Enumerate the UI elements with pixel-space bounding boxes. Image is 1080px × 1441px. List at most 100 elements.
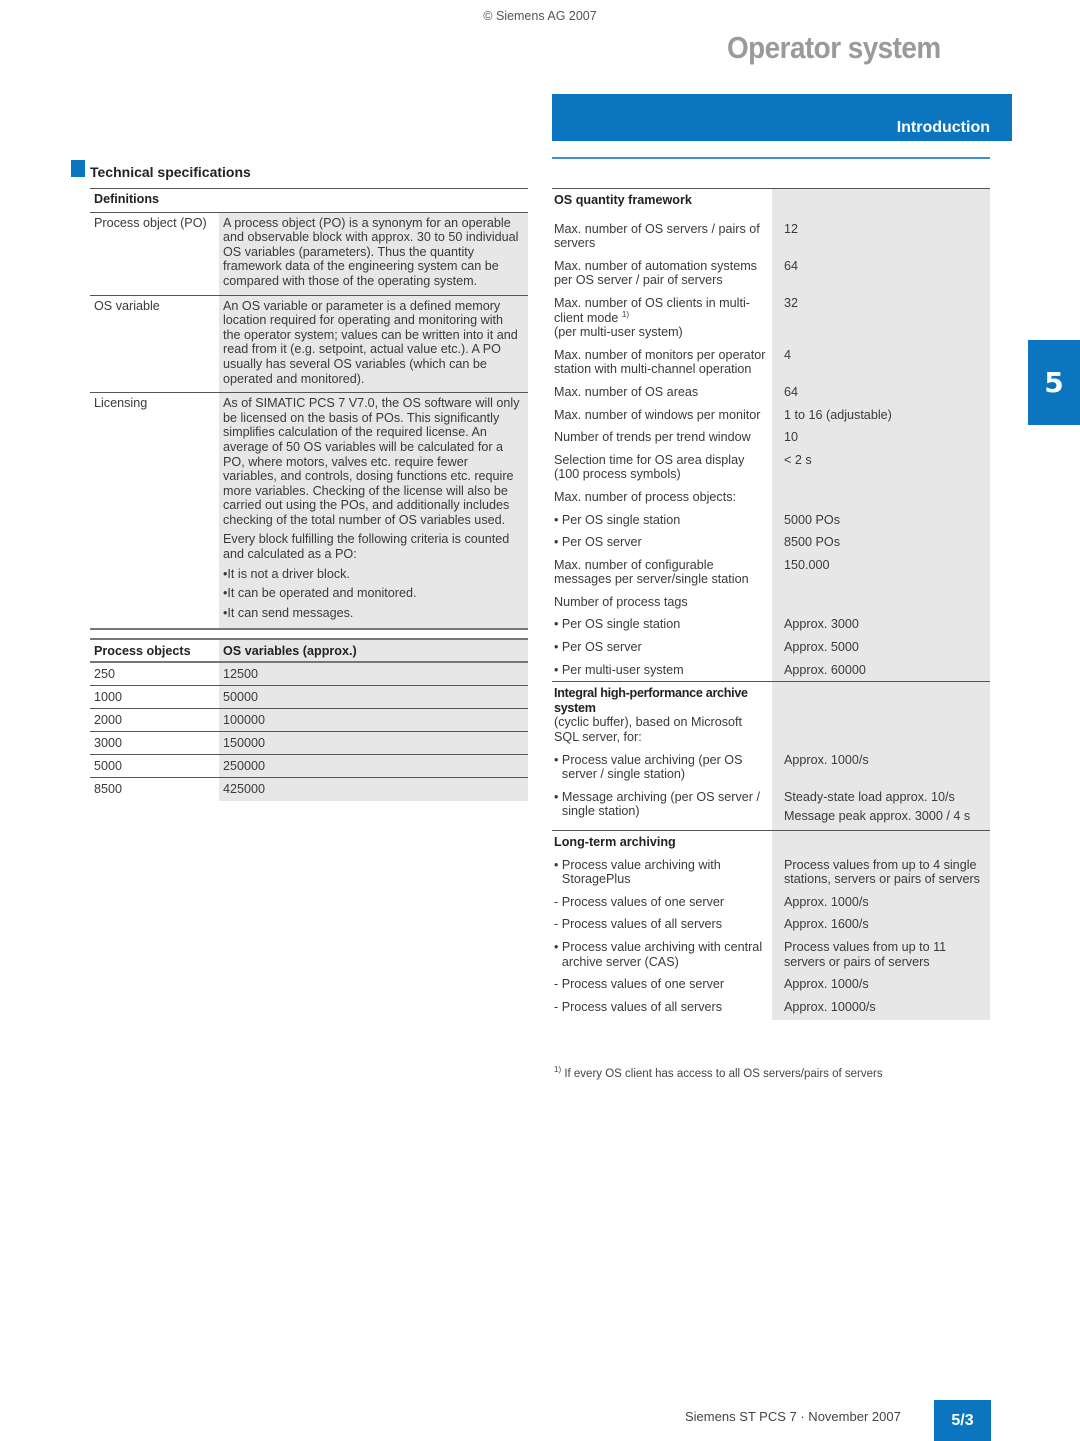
chapter-tab[interactable]: 5	[1028, 340, 1080, 425]
table-row: 8500 425000	[90, 778, 528, 802]
table-row: - Process values of all servers Approx. …	[552, 995, 990, 1021]
long-term-heading-row: Long-term archiving	[552, 831, 990, 854]
table-row: 1000 50000	[90, 686, 528, 710]
table-row: - Process values of one server Approx. 1…	[552, 890, 990, 914]
spec-label: • Per OS single station	[554, 617, 681, 632]
spec-label: • Process value archiving with central a…	[552, 936, 772, 973]
spec-label: Max. number of OS servers / pairs of ser…	[554, 221, 760, 251]
footnote-marker: 1)	[554, 1065, 562, 1074]
po-count: 3000	[94, 736, 123, 751]
spec-label: Number of trends per trend window	[554, 430, 751, 445]
table-row: - Process values of all servers Approx. …	[552, 913, 990, 936]
po-count: 1000	[94, 690, 123, 705]
definition-row: Process object (PO) A process object (PO…	[90, 212, 528, 296]
spec-value-line: Message peak approx. 3000 / 4 s	[784, 809, 971, 824]
table-row: Max. number of OS areas 64	[552, 380, 990, 404]
archive-heading-cell: Integral high-performance archive system…	[552, 682, 772, 748]
spec-value: 1 to 16 (adjustable)	[772, 403, 990, 427]
dash-icon: -	[554, 917, 562, 932]
spec-value: Approx. 1000/s	[772, 890, 990, 914]
spec-label: Max. number of configurable messages per…	[554, 557, 749, 587]
spec-label: Number of process tags	[554, 594, 688, 609]
table-row: Max. number of automation systems per OS…	[552, 254, 990, 292]
table-row: Number of trends per trend window 10	[552, 426, 990, 449]
spec-heading: Technical specifications	[71, 160, 251, 180]
spec-label: Max. number of monitors per operator sta…	[554, 347, 766, 377]
spec-label: Max. number of OS areas	[554, 384, 699, 399]
os-variable-count: 50000	[219, 686, 528, 709]
table-row: Number of process tags	[552, 590, 990, 614]
table-row: • Per OS single station Approx. 3000	[552, 613, 990, 637]
footnote-ref[interactable]: 1)	[622, 310, 629, 319]
spec-value: 5000 POs	[772, 508, 990, 532]
dash-icon: -	[554, 977, 562, 992]
definition-text: As of SIMATIC PCS 7 V7.0, the OS softwar…	[219, 393, 528, 629]
table-header-row: OS quantity framework	[552, 189, 990, 218]
bullet-icon: •	[554, 857, 562, 872]
table-row: Selection time for OS area display (100 …	[552, 448, 990, 486]
po-count: 2000	[94, 713, 123, 728]
bullet-icon: •	[554, 789, 562, 804]
spec-label: • Process value archiving with StoragePl…	[552, 854, 772, 891]
table-row: 2000 100000	[90, 709, 528, 733]
table-row: Max. number of process objects:	[552, 485, 990, 509]
definitions-table: Definitions Process object (PO) A proces…	[90, 188, 528, 802]
table-row: Max. number of monitors per operator sta…	[552, 343, 990, 381]
column-header: Process objects	[94, 644, 191, 659]
spec-value: 32	[772, 291, 990, 344]
table-row: • Per OS server 8500 POs	[552, 531, 990, 554]
definition-paragraph: A process object (PO) is a synonym for a…	[223, 215, 519, 288]
long-term-heading: Long-term archiving	[554, 835, 676, 849]
empty-cell	[772, 189, 990, 218]
spec-label: • Per OS server	[554, 640, 642, 655]
footnote: 1) If every OS client has access to all …	[554, 1065, 883, 1080]
os-variable-count: 250000	[219, 755, 528, 778]
spec-value: Approx. 1000/s	[772, 748, 990, 786]
spec-value	[772, 485, 990, 509]
definition-term: Process object (PO)	[94, 215, 207, 230]
spec-heading-label: Technical specifications	[90, 164, 251, 180]
spec-value: Approx. 1600/s	[772, 913, 990, 936]
criteria-bullet: It can be operated and monitored.	[223, 586, 524, 601]
os-variable-count: 150000	[219, 732, 528, 755]
criteria-bullet: It is not a driver block.	[223, 567, 524, 582]
copyright-notice: © Siemens AG 2007	[483, 9, 597, 23]
spec-label: - Process values of all servers	[552, 913, 772, 936]
quantity-framework-table: OS quantity framework Max. number of OS …	[552, 188, 990, 1021]
dash-icon: -	[554, 894, 562, 909]
table-row: • Per OS single station 5000 POs	[552, 508, 990, 532]
header-divider	[552, 157, 990, 159]
table-header-row: Process objects OS variables (approx.)	[90, 640, 528, 664]
definition-row: Licensing As of SIMATIC PCS 7 V7.0, the …	[90, 393, 528, 631]
os-variable-count: 425000	[219, 778, 528, 802]
heading-marker-icon	[71, 160, 85, 177]
spec-label: Max. number of process objects:	[554, 489, 736, 504]
spec-label: • Per multi-user system	[554, 662, 684, 677]
spec-label-text: Process values of all servers	[561, 917, 722, 932]
spec-label-text: Process values of all servers	[561, 999, 722, 1014]
spec-label-text: Process values of one server	[561, 977, 725, 992]
table-row: 250 12500	[90, 663, 528, 687]
footnote-text: If every OS client has access to all OS …	[564, 1068, 883, 1080]
dash-icon: -	[554, 999, 562, 1014]
spec-label: • Process value archiving (per OS server…	[552, 749, 772, 786]
definition-paragraph: An OS variable or parameter is a defined…	[223, 298, 518, 386]
spec-value: 150.000	[772, 553, 990, 591]
spec-value: Approx. 3000	[772, 613, 990, 637]
spec-value: Process values from up to 4 single stati…	[772, 853, 990, 891]
spec-value: Approx. 1000/s	[772, 973, 990, 996]
spec-value: 10	[772, 426, 990, 449]
empty-cell	[772, 682, 990, 749]
page-number: 5/3	[934, 1400, 991, 1441]
spec-value: < 2 s	[772, 448, 990, 486]
definition-term: OS variable	[94, 298, 160, 313]
definition-paragraph: As of SIMATIC PCS 7 V7.0, the OS softwar…	[223, 396, 520, 527]
spec-value: Approx. 10000/s	[772, 995, 990, 1021]
po-count: 5000	[94, 759, 123, 774]
spec-value: Steady-state load approx. 10/s Message p…	[772, 785, 990, 830]
section-banner: Introduction	[552, 94, 1012, 141]
os-variable-count: 100000	[219, 709, 528, 732]
table-row: • Process value archiving with StoragePl…	[552, 853, 990, 891]
definition-text: An OS variable or parameter is a defined…	[219, 295, 528, 393]
empty-cell	[772, 831, 990, 854]
